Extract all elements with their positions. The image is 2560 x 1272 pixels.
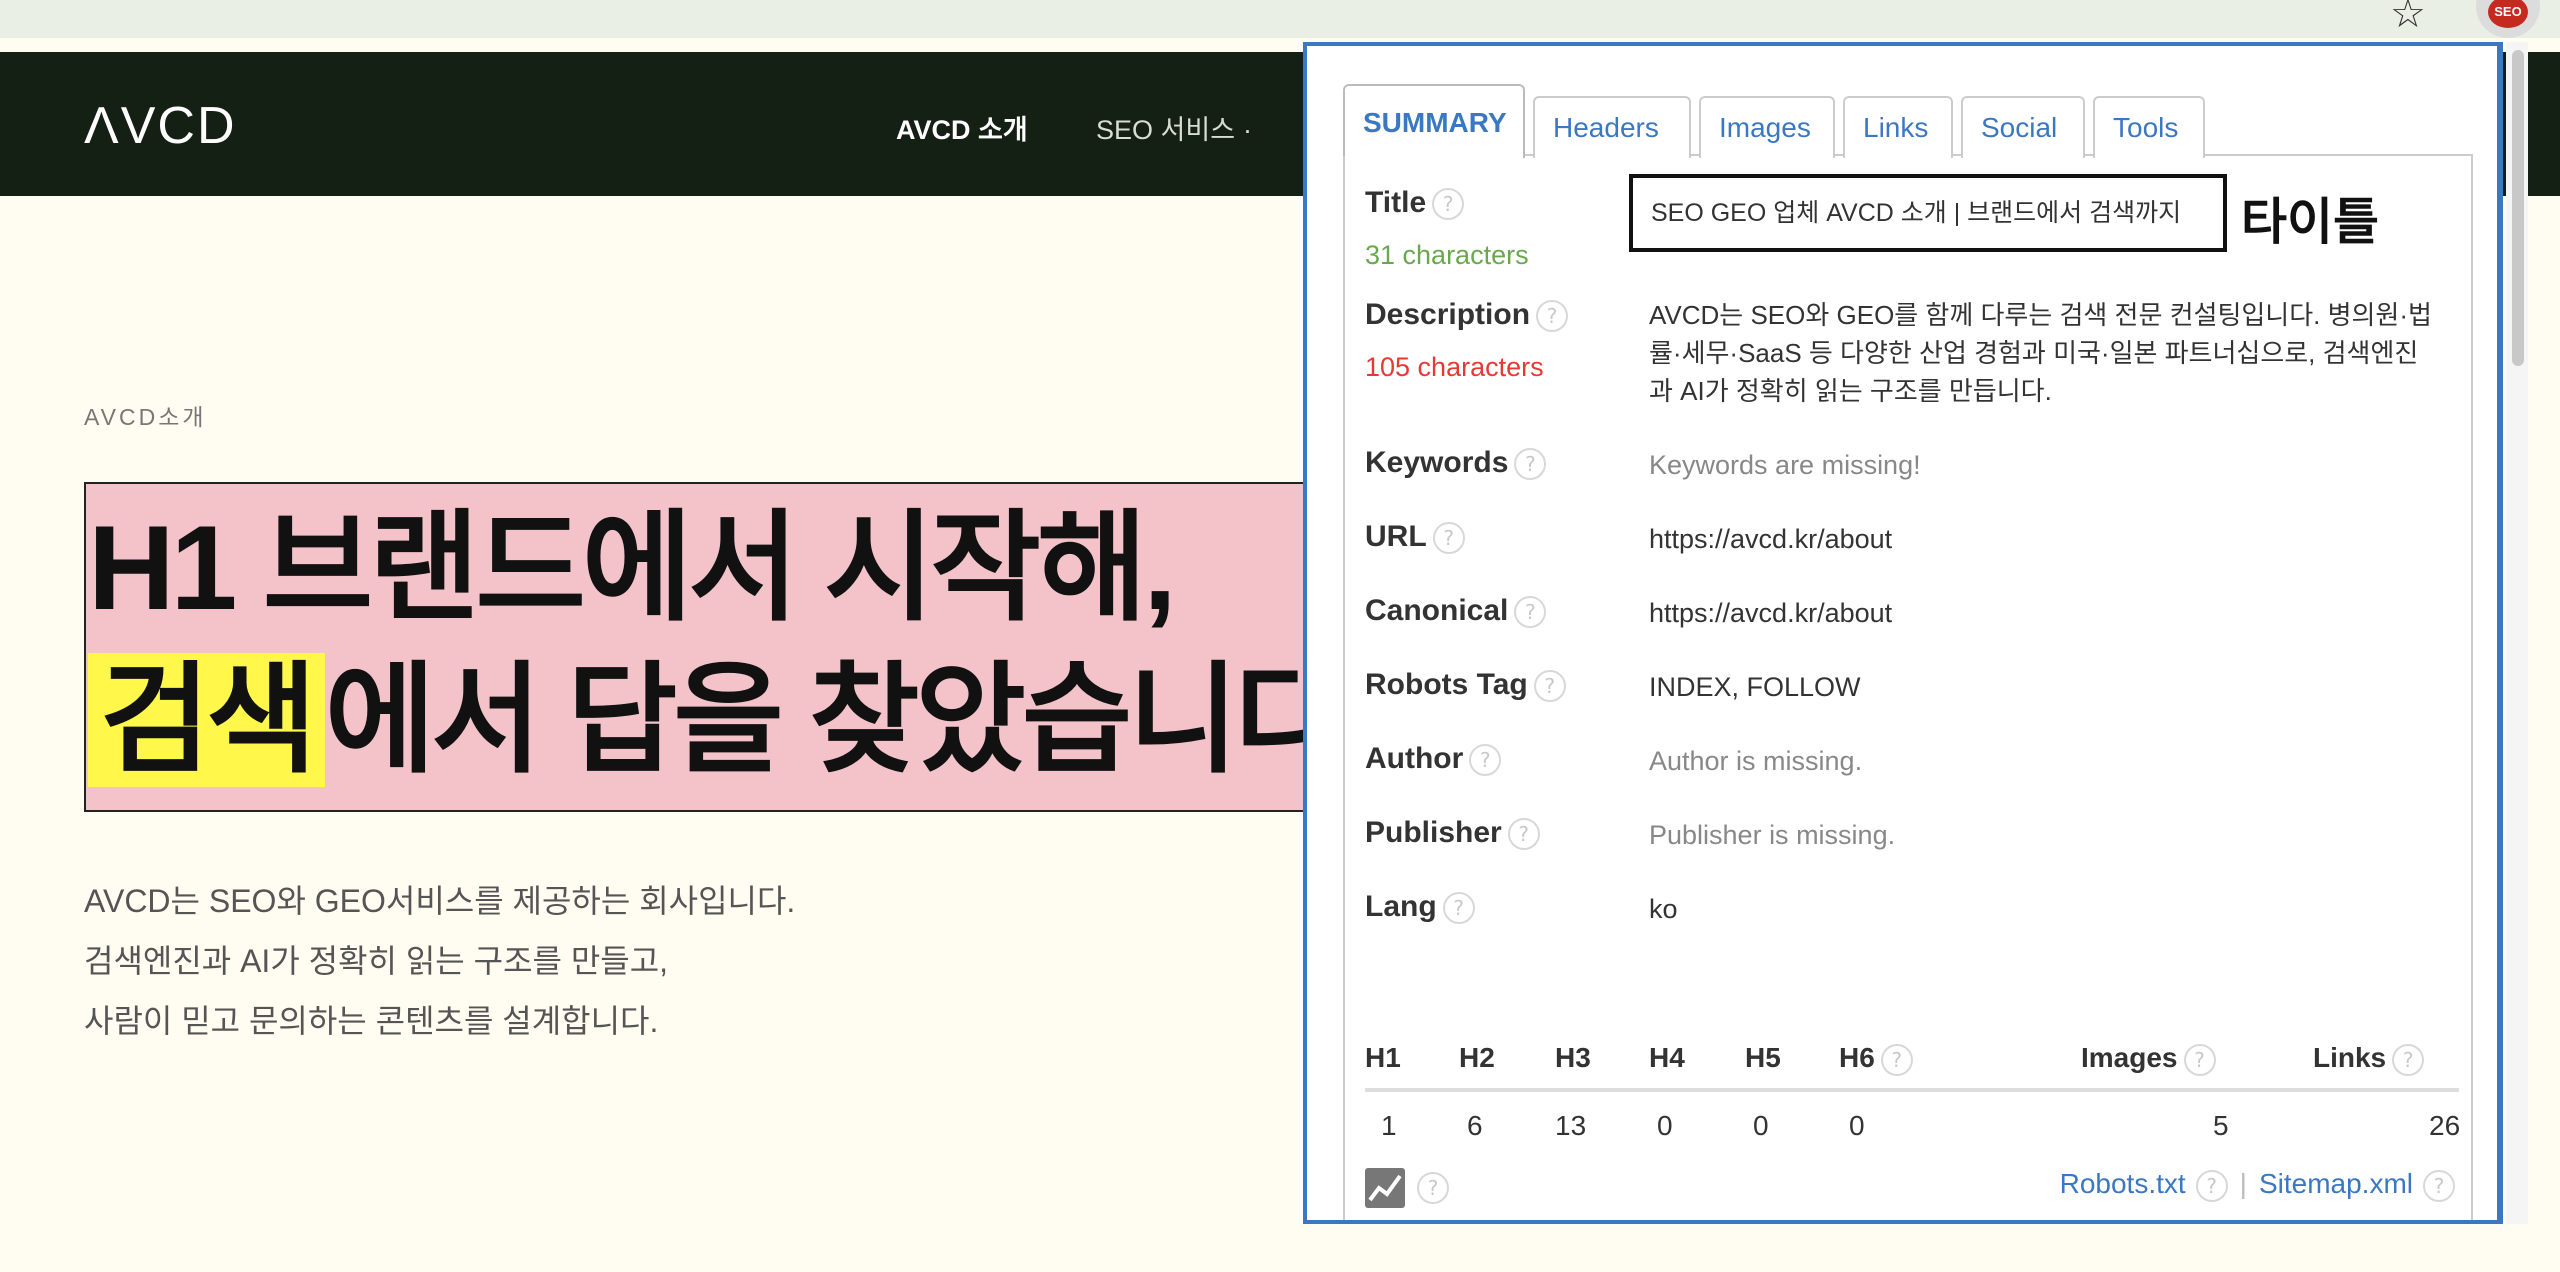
h1-highlight: 검색	[88, 653, 325, 787]
help-icon[interactable]: ?	[1514, 596, 1547, 629]
header-h3: H3	[1555, 1042, 1591, 1073]
header-h4: H4	[1649, 1042, 1685, 1073]
title-value: SEO GEO 업체 AVCD 소개 | 브랜드에서 검색까지	[1629, 174, 2227, 252]
help-icon[interactable]: ?	[1442, 892, 1475, 925]
count-h5: 0	[1753, 1110, 1769, 1141]
seo-meta-panel: SUMMARY Headers Images Links Social Tool…	[1303, 42, 2503, 1224]
title-annotation: 타이틀	[2241, 194, 2379, 250]
url-label: URL?	[1365, 520, 1465, 555]
help-icon[interactable]: ?	[1536, 300, 1569, 333]
publisher-label: Publisher?	[1365, 816, 1540, 851]
keywords-label: Keywords?	[1365, 446, 1547, 481]
url-value[interactable]: https://avcd.kr/about	[1649, 524, 1892, 555]
panel-scrollbar-thumb[interactable]	[2512, 50, 2524, 366]
h1-line-2-rest: 에서 답을 찾았습니다	[324, 653, 1345, 787]
hero-desc-line: 사람이 믿고 문의하는 콘텐츠를 설계합니다.	[84, 1003, 659, 1039]
hero-desc-line: 검색엔진과 AI가 정확히 읽는 구조를 만들고,	[84, 943, 669, 979]
help-icon[interactable]: ?	[1432, 188, 1465, 221]
tab-tools[interactable]: Tools	[2093, 96, 2205, 158]
star-icon[interactable]: ☆	[2390, 0, 2426, 34]
help-icon[interactable]: ?	[2392, 1043, 2425, 1076]
headings-table-header: H1 H2 H3 H4 H5 H6? Images? Links?	[1365, 1028, 2459, 1092]
robots-tag-value: INDEX, FOLLOW	[1649, 672, 1861, 702]
h1-line-1: H1 브랜드에서 시작해,	[88, 501, 1177, 635]
panel-tabs: SUMMARY Headers Images Links Social Tool…	[1343, 84, 2473, 158]
description-label: Description?	[1365, 298, 1569, 333]
h1-line-2: 검색 에서 답을 찾았습니다	[88, 640, 1345, 800]
count-images: 5	[2213, 1110, 2229, 1141]
robots-sitemap-links: Robots.txt? | Sitemap.xml?	[2060, 1168, 2455, 1202]
header-images: Images?	[2081, 1042, 2216, 1076]
sitemap-xml-link[interactable]: Sitemap.xml	[2259, 1168, 2413, 1199]
help-icon[interactable]: ?	[1432, 522, 1465, 555]
count-links: 26	[2429, 1110, 2461, 1141]
chart-trend-icon[interactable]	[1365, 1168, 1405, 1208]
site-logo[interactable]: ΛVCD	[84, 96, 237, 156]
count-h1: 1	[1381, 1110, 1397, 1141]
count-h2: 6	[1467, 1110, 1483, 1141]
help-icon[interactable]: ?	[1507, 818, 1540, 851]
browser-toolbar: ☆ SEO	[0, 0, 2560, 38]
tab-headers[interactable]: Headers	[1533, 96, 1691, 158]
lang-label: Lang?	[1365, 890, 1475, 925]
section-eyebrow: AVCD소개	[84, 404, 207, 430]
author-label: Author?	[1365, 742, 1502, 777]
help-icon[interactable]: ?	[2183, 1043, 2216, 1076]
help-icon[interactable]: ?	[1880, 1043, 1913, 1076]
seo-extension-button[interactable]: SEO	[2476, 0, 2540, 38]
count-h6: 0	[1849, 1110, 1865, 1141]
help-icon[interactable]: ?	[1417, 1172, 1449, 1204]
header-h6: H6?	[1839, 1042, 1913, 1076]
author-value: Author is missing.	[1649, 746, 1863, 776]
summary-content: Title? 31 characters SEO GEO 업체 AVCD 소개 …	[1343, 156, 2473, 1220]
header-h5: H5	[1745, 1042, 1781, 1073]
canonical-value[interactable]: https://avcd.kr/about	[1649, 598, 1892, 629]
canonical-label: Canonical?	[1365, 594, 1547, 629]
help-icon[interactable]: ?	[1469, 744, 1502, 777]
tab-social[interactable]: Social	[1961, 96, 2085, 158]
header-h2: H2	[1459, 1042, 1495, 1073]
help-icon[interactable]: ?	[2195, 1169, 2228, 1202]
title-label: Title?	[1365, 186, 1465, 221]
lang-value: ko	[1649, 894, 1678, 924]
seo-extension-icon: SEO	[2488, 0, 2528, 28]
publisher-value: Publisher is missing.	[1649, 820, 1896, 850]
headings-table-row: 1 6 13 0 0 0 5 26	[1365, 1096, 2461, 1160]
description-value: AVCD는 SEO와 GEO를 함께 다루는 검색 전문 컨설팅입니다. 병의원…	[1649, 300, 2432, 406]
tab-links[interactable]: Links	[1843, 96, 1953, 158]
nav-item-seo-services[interactable]: SEO 서비스	[1096, 108, 1252, 147]
help-icon[interactable]: ?	[1533, 670, 1566, 703]
description-char-count: 105 characters	[1365, 352, 1544, 382]
help-icon[interactable]: ?	[2423, 1169, 2455, 1202]
help-icon[interactable]: ?	[1514, 448, 1547, 481]
keywords-value: Keywords are missing!	[1649, 450, 1921, 480]
count-h3: 13	[1555, 1110, 1587, 1141]
tab-images[interactable]: Images	[1699, 96, 1835, 158]
robots-tag-label: Robots Tag?	[1365, 668, 1566, 703]
h1-heading: H1 브랜드에서 시작해, 검색 에서 답을 찾았습니다	[84, 482, 1345, 812]
header-links: Links?	[2313, 1042, 2425, 1076]
robots-txt-link[interactable]: Robots.txt	[2060, 1168, 2186, 1199]
count-h4: 0	[1657, 1110, 1673, 1141]
nav-item-about[interactable]: AVCD 소개	[896, 108, 1028, 147]
title-char-count: 31 characters	[1365, 240, 1529, 270]
toolbar-background	[0, 0, 2452, 38]
header-h1: H1	[1365, 1042, 1401, 1073]
links-separator: |	[2239, 1168, 2247, 1199]
tab-summary[interactable]: SUMMARY	[1343, 84, 1525, 158]
hero-desc-line: AVCD는 SEO와 GEO서비스를 제공하는 회사입니다.	[84, 883, 796, 919]
